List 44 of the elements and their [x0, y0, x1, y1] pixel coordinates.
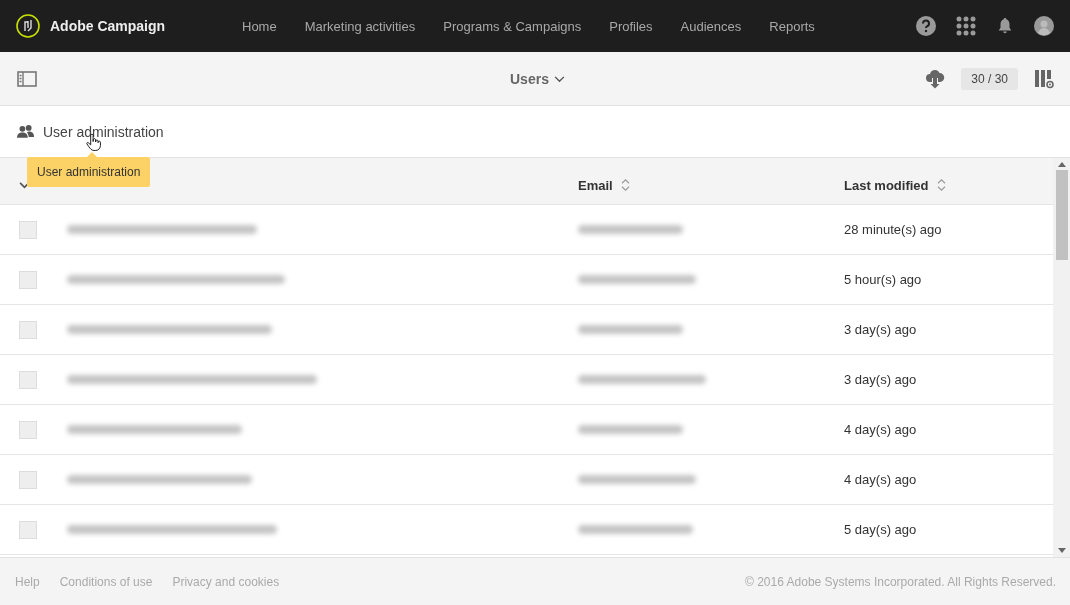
nav-item[interactable]: Reports — [755, 18, 829, 34]
chevron-down-icon[interactable] — [553, 75, 565, 83]
scroll-up-icon[interactable] — [1057, 162, 1066, 167]
table-cell: 28 minute(s) ago — [844, 222, 942, 237]
tooltip: User administration — [27, 157, 151, 187]
scroll-down-icon[interactable] — [1057, 548, 1066, 553]
table-cell: 5 hour(s) ago — [844, 272, 922, 287]
sidebar-toggle-icon[interactable] — [17, 70, 37, 87]
users-icon[interactable] — [17, 124, 35, 139]
table-cell: 4 day(s) ago — [844, 422, 917, 437]
scroll-thumb[interactable] — [1055, 170, 1068, 260]
tooltip-pointer — [87, 152, 97, 157]
column-settings-icon[interactable] — [1034, 68, 1054, 89]
row-checkbox[interactable] — [19, 270, 37, 289]
scrollbar[interactable] — [1053, 158, 1070, 557]
nav-item[interactable]: Audiences — [666, 18, 756, 34]
nav-item[interactable]: Marketing activities — [290, 18, 430, 34]
row-checkbox[interactable] — [19, 420, 37, 439]
record-count: 30 / 30 — [961, 67, 1018, 90]
row-checkbox[interactable] — [19, 220, 37, 239]
breadcrumb-link[interactable]: User administration — [17, 123, 164, 140]
table-cell: 5 day(s) ago — [844, 522, 917, 537]
table-cell: 4 day(s) ago — [844, 472, 917, 487]
row-checkbox[interactable] — [19, 470, 37, 489]
row-checkbox[interactable] — [19, 520, 37, 539]
cloud-download-icon[interactable] — [925, 68, 946, 89]
logo-icon[interactable] — [16, 14, 40, 38]
select-all-caret-icon[interactable] — [19, 181, 30, 189]
column-header[interactable]: Last modified — [844, 177, 1053, 193]
apps-grid-icon[interactable] — [956, 16, 976, 36]
table-cell: 3 day(s) ago — [844, 322, 917, 337]
column-header[interactable]: Email — [578, 177, 844, 193]
nav-item[interactable]: Home — [228, 18, 291, 34]
bell-icon[interactable] — [996, 16, 1014, 36]
table-cell: 3 day(s) ago — [844, 372, 917, 387]
avatar-icon[interactable] — [1034, 16, 1054, 36]
row-checkbox[interactable] — [19, 320, 37, 339]
row-checkbox[interactable] — [19, 370, 37, 389]
nav-item[interactable]: Profiles — [595, 18, 667, 34]
app-name[interactable]: Adobe Campaign — [50, 18, 166, 34]
view-dropdown[interactable]: Users — [510, 71, 565, 87]
nav-item[interactable]: Programs & Campaigns — [429, 18, 596, 34]
copyright: © 2016 Adobe Systems Incorporated. All Rights Reserved. — [745, 574, 1056, 589]
help-icon[interactable] — [916, 16, 936, 36]
